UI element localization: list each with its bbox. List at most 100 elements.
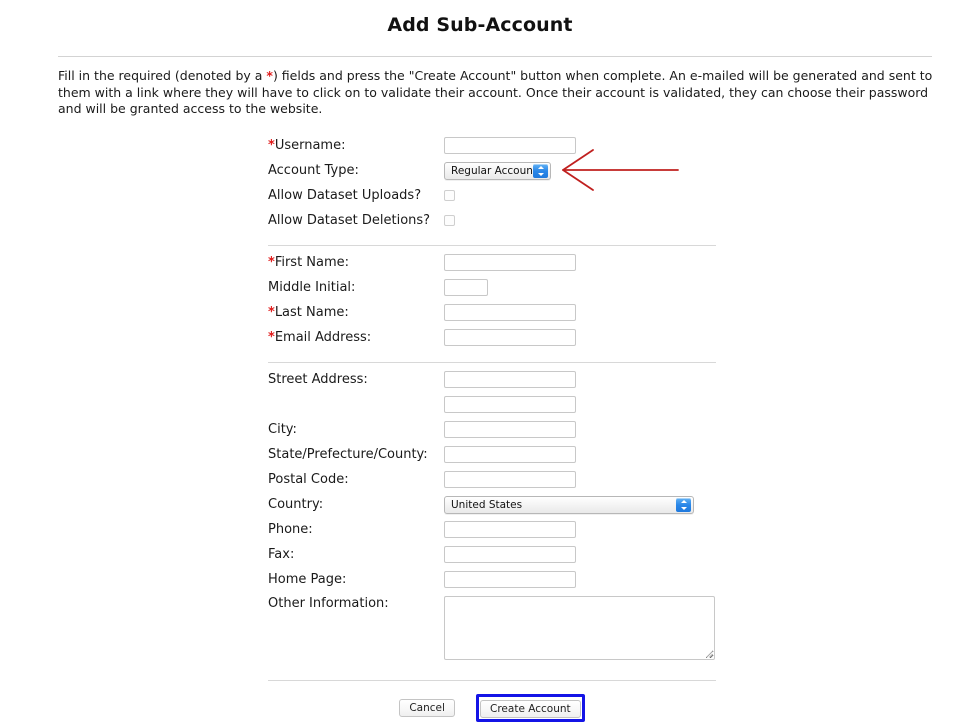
account-type-label: Account Type: [268,163,359,178]
home-page-field-cell [444,567,716,592]
form-row-street-address-2 [268,392,716,417]
street-address-2-label [268,392,444,417]
username-input[interactable] [444,137,576,154]
cancel-button[interactable]: Cancel [399,698,455,717]
other-information-textarea[interactable] [444,596,715,660]
form-row-state: State/Prefecture/County: [268,442,716,467]
section-divider-footer [268,668,716,685]
last-name-label-text: Last Name: [274,305,349,320]
page-title: Add Sub-Account [387,14,573,36]
form-row-allow-uploads: Allow Dataset Uploads? [268,183,716,208]
street-address-label: Street Address: [268,372,368,387]
form-row-city: City: [268,417,716,442]
email-label-text: Email Address: [274,330,372,345]
section-divider-account [268,233,716,250]
form-row-other-information: Other Information: [268,592,716,668]
street-address-field-cell [444,367,716,392]
middle-initial-field-cell [444,275,716,300]
intro-text-before-star: Fill in the required (denoted by a [58,68,267,83]
username-label-text: Username: [274,138,346,153]
allow-uploads-label: Allow Dataset Uploads? [268,188,422,203]
middle-initial-input[interactable] [444,279,488,296]
stepper-arrows-icon[interactable] [533,163,548,178]
section-divider-row [268,350,716,367]
form-row-last-name: *Last Name: [268,300,716,325]
city-input[interactable] [444,421,576,438]
account-type-field-cell: Regular Account [444,158,716,183]
state-label: State/Prefecture/County: [268,447,428,462]
section-divider-row [268,233,716,250]
first-name-label: *First Name: [268,250,444,275]
country-select[interactable]: United States [444,495,694,514]
username-label: *Username: [268,133,444,158]
first-name-field-cell [444,250,716,275]
last-name-label: *Last Name: [268,300,444,325]
street-address-2-field-cell [444,392,716,417]
middle-initial-label: Middle Initial: [268,280,356,295]
last-name-input[interactable] [444,304,576,321]
required-asterisk-icon: * [268,305,275,320]
fax-input[interactable] [444,546,576,563]
stepper-arrows-icon[interactable] [676,497,691,512]
intro-paragraph: Fill in the required (denoted by a *) fi… [58,68,936,118]
form-row-username: *Username: [268,133,716,158]
fax-label: Fax: [268,547,295,562]
form-row-home-page: Home Page: [268,567,716,592]
street-address-input[interactable] [444,371,576,388]
city-label: City: [268,422,297,437]
form-field-table: *Username: Account Type: Regular Account… [268,133,716,685]
form-row-fax: Fax: [268,542,716,567]
form-row-account-type: Account Type: Regular Account [268,158,716,183]
section-divider-name [268,350,716,367]
create-account-focus-highlight: Create Account [476,694,585,722]
country-label: Country: [268,497,324,512]
allow-uploads-field-cell [444,183,716,208]
form-row-allow-deletions: Allow Dataset Deletions? [268,208,716,233]
form-row-middle-initial: Middle Initial: [268,275,716,300]
postal-code-input[interactable] [444,471,576,488]
home-page-input[interactable] [444,571,576,588]
allow-deletions-label: Allow Dataset Deletions? [268,213,431,228]
form-row-postal-code: Postal Code: [268,467,716,492]
home-page-label: Home Page: [268,572,347,587]
form-row-email: *Email Address: [268,325,716,350]
allow-uploads-checkbox[interactable] [444,190,455,201]
form-row-first-name: *First Name: [268,250,716,275]
email-input[interactable] [444,329,576,346]
other-information-field-cell [444,592,716,668]
section-divider-row [268,668,716,685]
state-input[interactable] [444,446,576,463]
allow-deletions-checkbox[interactable] [444,215,455,226]
phone-input[interactable] [444,521,576,538]
form-row-country: Country: United States [268,492,716,517]
phone-label: Phone: [268,522,313,537]
required-asterisk-icon: * [268,138,275,153]
account-type-select[interactable]: Regular Account [444,161,551,180]
first-name-input[interactable] [444,254,576,271]
email-label: *Email Address: [268,325,444,350]
required-asterisk-icon: * [268,255,275,270]
username-field-cell [444,133,716,158]
form-row-phone: Phone: [268,517,716,542]
add-sub-account-form: *Username: Account Type: Regular Account… [0,133,960,722]
fax-field-cell [444,542,716,567]
account-type-selected-value: Regular Account [451,164,538,177]
street-address-2-input[interactable] [444,396,576,413]
create-account-button[interactable]: Create Account [480,699,581,718]
country-selected-value: United States [451,498,523,511]
form-row-street-address: Street Address: [268,367,716,392]
form-actions: Cancel Create Account [268,685,716,722]
header-divider [58,56,932,57]
postal-code-label: Postal Code: [268,472,349,487]
country-field-cell: United States [444,492,716,517]
email-field-cell [444,325,716,350]
other-information-label: Other Information: [268,596,389,611]
required-asterisk-icon: * [268,330,275,345]
phone-field-cell [444,517,716,542]
last-name-field-cell [444,300,716,325]
allow-deletions-field-cell [444,208,716,233]
first-name-label-text: First Name: [274,255,350,270]
city-field-cell [444,417,716,442]
state-field-cell [444,442,716,467]
postal-code-field-cell [444,467,716,492]
